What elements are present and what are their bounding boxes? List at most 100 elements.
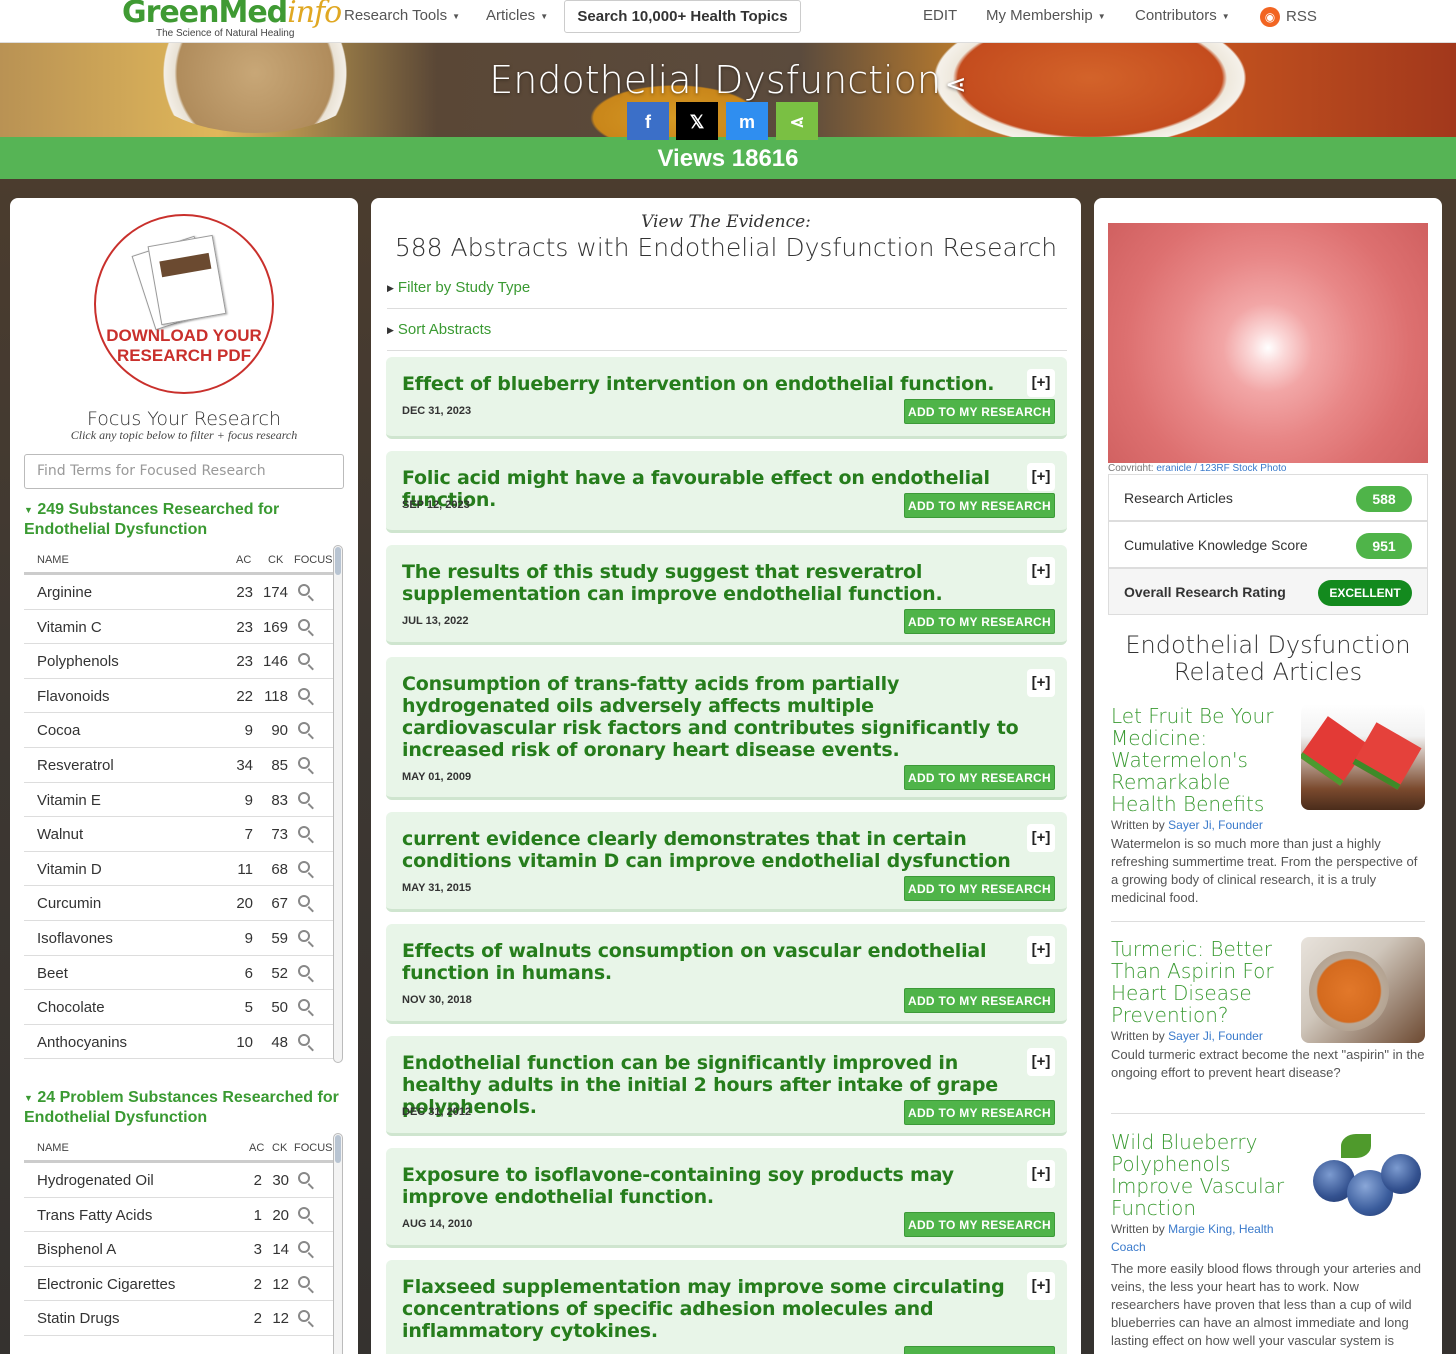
focus-search-icon[interactable] [298, 1309, 310, 1326]
substances-heading[interactable]: ▼ 249 Substances Researched for Endothel… [24, 500, 344, 540]
focused-research-search-input[interactable]: Find Terms for Focused Research [24, 454, 344, 489]
focus-search-icon[interactable] [298, 1206, 310, 1223]
expand-abstract-button[interactable]: [+] [1027, 936, 1055, 964]
facebook-share-button[interactable]: f [627, 102, 669, 140]
problem-substances-heading[interactable]: ▼ 24 Problem Substances Researched for E… [24, 1088, 344, 1128]
add-to-my-research-button[interactable]: ADD TO MY RESEARCH [904, 765, 1055, 790]
related-article-title[interactable]: Let Fruit Be Your Medicine: Watermelon's… [1111, 705, 1296, 815]
table-row[interactable]: Statin Drugs 2 12 [24, 1301, 334, 1336]
focus-search-icon[interactable] [298, 964, 310, 981]
focus-search-icon[interactable] [298, 1275, 310, 1292]
add-to-my-research-button[interactable]: ADD TO MY RESEARCH [904, 1100, 1055, 1125]
nav-rss[interactable]: ◉ RSS [1260, 7, 1317, 27]
expand-abstract-button[interactable]: [+] [1027, 557, 1055, 585]
expand-abstract-button[interactable]: [+] [1027, 1048, 1055, 1076]
copyright-link[interactable]: eranicle / 123RF Stock Photo [1156, 463, 1286, 471]
substance-name[interactable]: Beet [37, 965, 68, 982]
focus-search-icon[interactable] [298, 1240, 310, 1257]
add-to-my-research-button[interactable]: ADD TO MY RESEARCH [904, 1212, 1055, 1237]
expand-abstract-button[interactable]: [+] [1027, 369, 1055, 397]
abstract-title[interactable]: Exposure to isoflavone-containing soy pr… [402, 1164, 1028, 1208]
messenger-share-button[interactable]: m [726, 102, 768, 140]
search-topics-button[interactable]: Search 10,000+ Health Topics [564, 0, 801, 33]
author-link[interactable]: Sayer Ji, Founder [1168, 818, 1263, 832]
focus-search-icon[interactable] [298, 652, 310, 669]
substance-name[interactable]: Cocoa [37, 722, 80, 739]
add-to-my-research-button[interactable]: ADD TO MY RESEARCH [904, 399, 1055, 424]
table-row[interactable]: Isoflavones 9 59 [24, 921, 334, 956]
substance-name[interactable]: Flavonoids [37, 688, 110, 705]
related-article-title[interactable]: Wild Blueberry Polyphenols Improve Vascu… [1111, 1131, 1296, 1219]
substance-name[interactable]: Resveratrol [37, 757, 114, 774]
table-row[interactable]: Trans Fatty Acids 1 20 [24, 1198, 334, 1233]
table-row[interactable]: Walnut 7 73 [24, 817, 334, 852]
focus-search-icon[interactable] [298, 791, 310, 808]
nav-research-tools[interactable]: Research Tools ▼ [344, 7, 460, 24]
substance-name[interactable]: Vitamin D [37, 861, 102, 878]
focus-search-icon[interactable] [298, 998, 310, 1015]
table-row[interactable]: Vitamin E 9 83 [24, 783, 334, 818]
substance-name[interactable]: Hydrogenated Oil [37, 1172, 154, 1189]
table-row[interactable]: Vitamin D 11 68 [24, 852, 334, 887]
table-row[interactable]: Resveratrol 34 85 [24, 748, 334, 783]
expand-abstract-button[interactable]: [+] [1027, 669, 1055, 697]
expand-abstract-button[interactable]: [+] [1027, 1160, 1055, 1188]
focus-search-icon[interactable] [298, 721, 310, 738]
sort-abstracts[interactable]: ▶ Sort Abstracts [387, 309, 1067, 351]
focus-search-icon[interactable] [298, 687, 310, 704]
add-to-my-research-button[interactable]: ADD TO MY RESEARCH [904, 1346, 1055, 1354]
focus-search-icon[interactable] [298, 756, 310, 773]
nav-my-membership[interactable]: My Membership ▼ [986, 7, 1106, 24]
turmeric-image[interactable] [1301, 937, 1425, 1043]
table-row[interactable]: Bisphenol A 3 14 [24, 1232, 334, 1267]
nav-contributors[interactable]: Contributors ▼ [1135, 7, 1230, 24]
substance-name[interactable]: Isoflavones [37, 930, 113, 947]
download-research-pdf[interactable]: DOWNLOAD YOUR RESEARCH PDF [94, 214, 274, 394]
abstract-title[interactable]: Effects of walnuts consumption on vascul… [402, 940, 1028, 984]
abstract-title[interactable]: Consumption of trans-fatty acids from pa… [402, 673, 1028, 761]
table-row[interactable]: Beet 6 52 [24, 956, 334, 991]
watermelon-image[interactable] [1301, 704, 1425, 810]
substances-scrollbar[interactable] [333, 545, 343, 1063]
nav-edit[interactable]: EDIT [923, 7, 957, 24]
focus-search-icon[interactable] [298, 894, 310, 911]
focus-search-icon[interactable] [298, 618, 310, 635]
focus-search-icon[interactable] [298, 583, 310, 600]
problem-scrollbar[interactable] [333, 1133, 343, 1354]
add-to-my-research-button[interactable]: ADD TO MY RESEARCH [904, 609, 1055, 634]
table-row[interactable]: Vitamin C 23 169 [24, 610, 334, 645]
substance-name[interactable]: Electronic Cigarettes [37, 1276, 175, 1293]
table-row[interactable]: Arginine 23 174 [24, 575, 334, 610]
expand-abstract-button[interactable]: [+] [1027, 463, 1055, 491]
generic-share-button[interactable]: ⋖ [776, 102, 818, 140]
focus-search-icon[interactable] [298, 860, 310, 877]
table-row[interactable]: Curcumin 20 67 [24, 886, 334, 921]
greenmedinfo-logo[interactable]: GreenMedinfo The Science of Natural Heal… [122, 0, 342, 42]
table-row[interactable]: Chocolate 5 50 [24, 990, 334, 1025]
related-article-title[interactable]: Turmeric: Better Than Aspirin For Heart … [1111, 938, 1296, 1026]
focus-search-icon[interactable] [298, 929, 310, 946]
abstract-title[interactable]: Flaxseed supplementation may improve som… [402, 1276, 1028, 1342]
abstract-title[interactable]: current evidence clearly demonstrates th… [402, 828, 1028, 872]
expand-abstract-button[interactable]: [+] [1027, 824, 1055, 852]
substance-name[interactable]: Arginine [37, 584, 92, 601]
substance-name[interactable]: Polyphenols [37, 653, 119, 670]
share-icon[interactable]: ⋖ [945, 70, 967, 100]
scrollbar-thumb[interactable] [335, 547, 341, 575]
abstract-title[interactable]: The results of this study suggest that r… [402, 561, 1028, 605]
substance-name[interactable]: Vitamin C [37, 619, 102, 636]
add-to-my-research-button[interactable]: ADD TO MY RESEARCH [904, 988, 1055, 1013]
add-to-my-research-button[interactable]: ADD TO MY RESEARCH [904, 876, 1055, 901]
filter-by-study-type[interactable]: ▶ Filter by Study Type [387, 267, 1067, 309]
substance-name[interactable]: Trans Fatty Acids [37, 1207, 152, 1224]
table-row[interactable]: Electronic Cigarettes 2 12 [24, 1267, 334, 1302]
substance-name[interactable]: Vitamin E [37, 792, 101, 809]
table-row[interactable]: Anthocyanins 10 48 [24, 1025, 334, 1060]
focus-search-icon[interactable] [298, 825, 310, 842]
table-row[interactable]: Flavonoids 22 118 [24, 679, 334, 714]
x-share-button[interactable]: 𝕏 [676, 102, 718, 140]
table-row[interactable]: Cocoa 9 90 [24, 713, 334, 748]
table-row[interactable]: Hydrogenated Oil 2 30 [24, 1163, 334, 1198]
focus-search-icon[interactable] [298, 1033, 310, 1050]
focus-search-icon[interactable] [298, 1171, 310, 1188]
